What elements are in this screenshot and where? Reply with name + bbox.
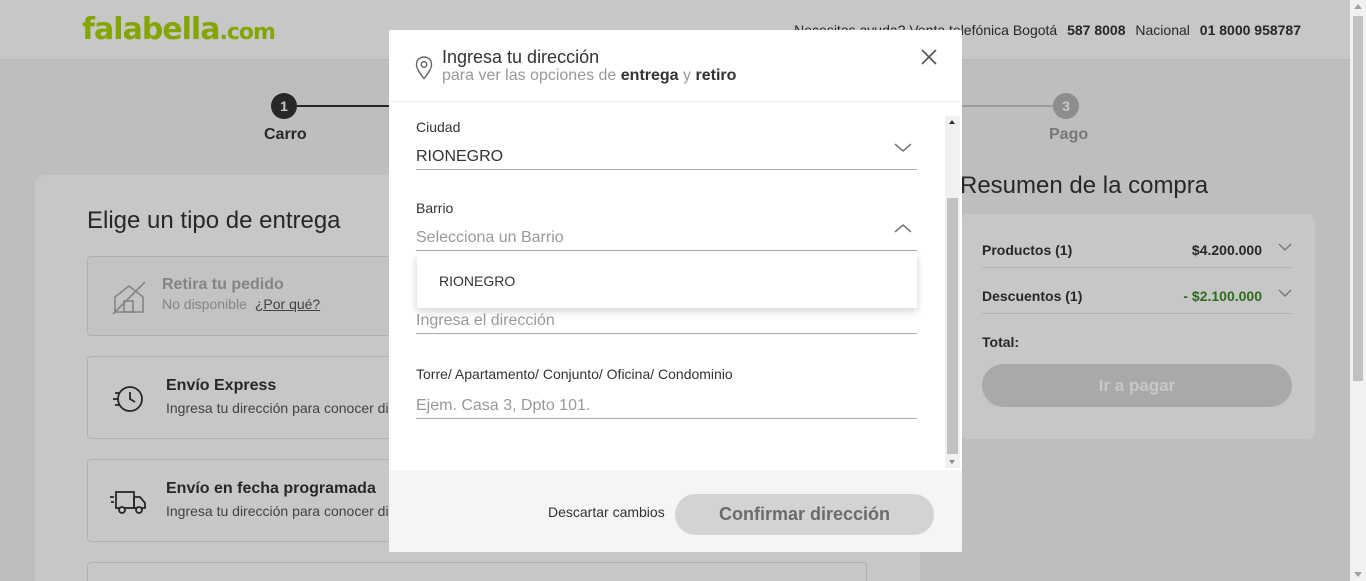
- modal-header: Ingresa tu dirección para ver las opcion…: [389, 30, 962, 102]
- extra-address-label: Torre/ Apartamento/ Conjunto/ Oficina/ C…: [416, 366, 733, 382]
- scroll-down-arrow[interactable]: [949, 460, 955, 464]
- confirm-address-button[interactable]: Confirmar dirección: [675, 494, 934, 535]
- scroll-up-arrow[interactable]: [1354, 4, 1362, 9]
- modal-subtitle: para ver las opciones de entrega y retir…: [442, 67, 737, 84]
- scroll-thumb[interactable]: [1353, 16, 1363, 381]
- barrio-dropdown: RIONEGRO: [417, 254, 917, 308]
- modal-body: Ciudad Barrio Torre/ Apartamento/ Conjun…: [389, 102, 962, 470]
- modal-scrollbar[interactable]: [945, 116, 960, 468]
- city-select[interactable]: [416, 144, 917, 170]
- modal-footer: Descartar cambios Confirmar dirección: [389, 470, 962, 552]
- address-input[interactable]: [416, 308, 917, 334]
- barrio-label: Barrio: [416, 200, 454, 216]
- page-scrollbar[interactable]: [1350, 0, 1366, 581]
- location-pin-icon: [415, 56, 433, 80]
- discard-button[interactable]: Descartar cambios: [548, 504, 665, 520]
- extra-address-input[interactable]: [416, 393, 917, 419]
- barrio-input[interactable]: [416, 225, 917, 251]
- chevron-up-icon[interactable]: [894, 222, 912, 234]
- close-icon[interactable]: [920, 48, 938, 66]
- chevron-down-icon[interactable]: [894, 142, 912, 154]
- barrio-option[interactable]: RIONEGRO: [439, 273, 515, 289]
- modal-title: Ingresa tu dirección: [442, 47, 600, 67]
- address-modal: Ingresa tu dirección para ver las opcion…: [389, 30, 962, 552]
- scroll-up-arrow[interactable]: [949, 120, 955, 124]
- scroll-down-arrow[interactable]: [1354, 572, 1362, 577]
- scroll-thumb[interactable]: [947, 198, 958, 454]
- city-label: Ciudad: [416, 119, 461, 135]
